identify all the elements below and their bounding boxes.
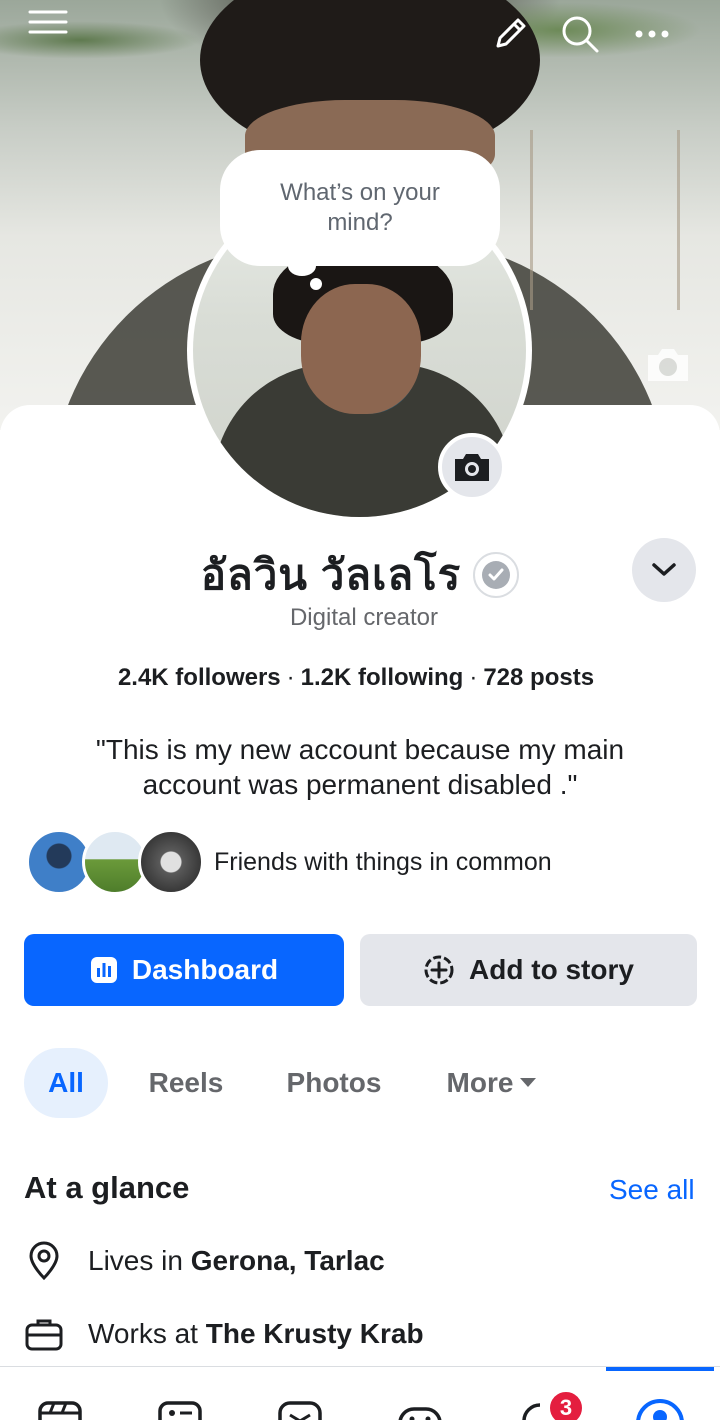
works-at-prefix: Works at bbox=[88, 1318, 206, 1349]
works-at-value[interactable]: The Krusty Krab bbox=[206, 1318, 424, 1350]
feed-icon[interactable] bbox=[154, 1397, 206, 1420]
profile-stats: 2.4K followers · 1.2K following · 728 posts bbox=[0, 664, 712, 692]
tab-photos-label: Photos bbox=[286, 1067, 382, 1098]
avatar-camera-button[interactable] bbox=[438, 433, 506, 501]
lives-in-row[interactable]: Lives in Gerona, Tarlac bbox=[24, 1236, 385, 1286]
tab-more-label: More bbox=[446, 1067, 514, 1098]
dashboard-label: Dashboard bbox=[131, 954, 279, 985]
bubble-tail bbox=[288, 256, 316, 276]
tab-more[interactable]: More bbox=[436, 1048, 548, 1118]
mutual-friends-row[interactable]: Friends with things in common bbox=[26, 828, 552, 896]
add-to-story-button[interactable]: Add to story bbox=[360, 934, 697, 1006]
profile-options-button[interactable] bbox=[632, 538, 696, 602]
cover-fence bbox=[530, 130, 680, 310]
caret-down-icon bbox=[520, 1078, 537, 1087]
tab-reels[interactable]: Reels bbox=[140, 1048, 232, 1118]
profile-category: Digital creator bbox=[289, 604, 439, 631]
camera-icon bbox=[455, 454, 489, 481]
briefcase-icon bbox=[24, 1314, 64, 1354]
posts-count[interactable]: 728 posts bbox=[483, 664, 594, 691]
location-pin-icon bbox=[24, 1241, 64, 1281]
verified-badge-icon[interactable] bbox=[473, 552, 520, 598]
at-a-glance-heading: At a glance bbox=[24, 1170, 190, 1205]
tab-photos[interactable]: Photos bbox=[276, 1048, 392, 1118]
gaming-icon[interactable] bbox=[394, 1397, 446, 1420]
messages-icon[interactable] bbox=[274, 1397, 326, 1420]
following-count[interactable]: 1.2K following bbox=[301, 664, 464, 691]
hamburger-menu-icon[interactable] bbox=[26, 0, 70, 44]
profile-name: อัลวิน วัลเลโร bbox=[200, 551, 462, 598]
active-tab-indicator bbox=[606, 1367, 714, 1371]
bubble-tail-dot bbox=[310, 278, 322, 290]
stats-separator: · bbox=[469, 664, 478, 691]
tab-all-label: All bbox=[48, 1067, 84, 1098]
followers-count[interactable]: 2.4K followers bbox=[118, 664, 281, 691]
add-story-icon bbox=[424, 955, 454, 985]
friend-avatar bbox=[138, 829, 204, 895]
tab-reels-label: Reels bbox=[148, 1067, 224, 1098]
pencil-icon[interactable] bbox=[488, 12, 532, 56]
whats-on-your-mind-bubble[interactable]: What’s on your mind? bbox=[220, 150, 500, 266]
cover-camera-icon[interactable] bbox=[644, 345, 692, 385]
friends-text: Friends with things in common bbox=[214, 847, 552, 876]
dashboard-chart-icon bbox=[90, 957, 117, 983]
more-dots-icon[interactable] bbox=[630, 12, 674, 56]
profile-icon[interactable] bbox=[634, 1397, 686, 1420]
bottom-navigation bbox=[0, 1366, 720, 1420]
stats-separator: · bbox=[286, 664, 295, 691]
avatar-face bbox=[301, 284, 421, 414]
chevron-down-icon bbox=[652, 563, 676, 576]
tab-all[interactable]: All bbox=[24, 1048, 108, 1118]
profile-bio: "This is my new account because my main … bbox=[95, 734, 625, 800]
lives-in-value[interactable]: Gerona, Tarlac bbox=[191, 1245, 385, 1277]
dashboard-button[interactable]: Dashboard bbox=[24, 934, 344, 1006]
bubble-text: What’s on your mind? bbox=[280, 179, 440, 236]
see-all-link[interactable]: See all bbox=[609, 1174, 695, 1206]
home-icon[interactable] bbox=[34, 1397, 86, 1420]
lives-in-prefix: Lives in bbox=[88, 1245, 191, 1276]
add-story-label: Add to story bbox=[469, 954, 634, 985]
notification-badge: 3 bbox=[548, 1390, 584, 1420]
works-at-row[interactable]: Works at The Krusty Krab bbox=[24, 1309, 424, 1359]
name-row: อัลวิน วัลเลโร bbox=[0, 540, 720, 610]
search-icon[interactable] bbox=[558, 12, 602, 56]
